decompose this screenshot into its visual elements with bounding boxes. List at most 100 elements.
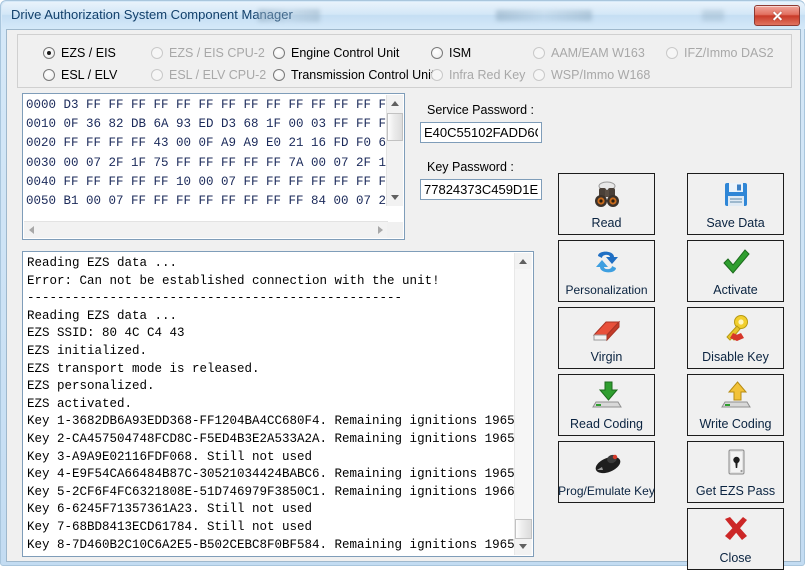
log-line: Error: Can not be established connection… [27,273,440,288]
hex-scroll-right-arrow[interactable] [372,222,388,238]
log-line: ----------------------------------------… [27,291,403,306]
button-label: Personalization [565,283,648,297]
button-label: Write Coding [699,417,772,431]
service-password-input[interactable] [420,122,542,143]
log-line: Key 5-2CF6F4FC6321808E-51D746979F3850C1.… [27,484,515,499]
button-label: Read [591,216,622,230]
get-ezs-pass-button[interactable]: Get EZS Pass [687,441,784,503]
button-label: Disable Key [702,350,769,364]
radio-label: EZS / EIS CPU-2 [169,46,265,60]
hex-dump-content: 0000 D3 FF FF FF FF FF FF FF FF FF FF FF… [26,96,386,218]
log-vertical-scrollbar[interactable] [514,253,532,555]
radio-label: Engine Control Unit [291,46,400,60]
read-button[interactable]: Read [558,173,655,235]
log-scroll-down-arrow[interactable] [515,539,531,555]
radio-dot-icon [43,47,55,59]
radio-dot-icon [273,47,285,59]
save-data-button[interactable]: Save Data [687,173,784,235]
download-disk-icon [590,380,624,412]
prog-emulate-key-button[interactable]: Prog/Emulate Key [558,441,655,503]
car-key-fob-icon [590,447,624,479]
read-coding-button[interactable]: Read Coding [558,374,655,436]
radio-aam-eam-w163: AAM/EAM W163 [533,46,645,60]
log-scroll-thumb[interactable] [515,519,532,539]
hex-dump-panel[interactable]: 0000 D3 FF FF FF FF FF FF FF FF FF FF FF… [22,93,405,240]
hex-scroll-up-arrow[interactable] [387,95,403,111]
radio-label: ESL / ELV CPU-2 [169,68,267,82]
radio-transmission-control-unit[interactable]: Transmission Control Unit [273,68,434,82]
eraser-icon [590,313,624,345]
log-line: Key 7-68BD8413ECD61784. Still not used [27,519,313,534]
close-button[interactable]: Close [687,508,784,570]
radio-dot-icon [43,69,55,81]
virgin-button[interactable]: Virgin [558,307,655,369]
button-label: Virgin [590,350,623,364]
button-label: Prog/Emulate Key [558,484,655,498]
radio-engine-control-unit[interactable]: Engine Control Unit [273,46,399,60]
radio-dot-icon [273,69,285,81]
log-output-panel[interactable]: Reading EZS data ... Error: Can not be es… [22,251,534,557]
hex-scroll-thumb[interactable] [387,113,403,141]
application-window: Drive Authorization System Component Man… [0,0,805,570]
log-output-content: Reading EZS data ... Error: Can not be es… [27,255,515,553]
radio-dot-icon [151,69,163,81]
radio-esl-elv-cpu-2: ESL / ELV CPU-2 [151,68,266,82]
radio-dot-icon [666,47,678,59]
hex-dump-line: 0020 FF FF FF FF 43 00 0F A9 A9 E0 21 16… [26,136,386,151]
radio-label: WSP/Immo W168 [551,68,651,82]
hex-dump-line: 0030 00 07 2F 1F 75 FF FF FF FF FF 7A 00… [26,155,386,170]
radio-label: IFZ/Immo DAS2 [684,46,774,60]
radio-ezs-eis[interactable]: EZS / EIS [43,46,116,60]
hex-vertical-scrollbar[interactable] [386,95,403,206]
write-coding-button[interactable]: Write Coding [687,374,784,436]
radio-label: Transmission Control Unit [291,68,435,82]
button-label: Save Data [706,216,765,230]
key-password-input[interactable] [420,179,542,200]
check-mark-icon [719,246,753,278]
hex-horizontal-scrollbar[interactable] [24,221,388,238]
radio-label: Infra Red Key [449,68,526,82]
radio-esl-elv[interactable]: ESL / ELV [43,68,117,82]
hex-dump-line: 0040 FF FF FF FF FF 10 00 07 FF FF FF FF… [26,174,386,189]
log-line: Key 6-6245F71357361A23. Still not used [27,502,313,517]
log-line: Key 4-E9F54CA66484B87C-30521034424BABC6.… [27,467,515,482]
button-label: Get EZS Pass [695,484,776,498]
radio-dot-icon [533,47,545,59]
hex-scroll-left-arrow[interactable] [24,222,40,238]
service-password-label: Service Password : [427,103,534,117]
floppy-disk-icon [719,179,753,211]
radio-infra-red-key: Infra Red Key [431,68,525,82]
client-area: EZS / EIS ESL / ELV EZS / EIS CPU-2 ESL / E… [6,29,801,570]
radio-label: ESL / ELV [61,68,118,82]
window-title: Drive Authorization System Component Man… [11,7,293,22]
radio-wsp-immo-w168: WSP/Immo W168 [533,68,650,82]
disable-key-button[interactable]: Disable Key [687,307,784,369]
radio-ism[interactable]: ISM [431,46,471,60]
hex-scroll-down-arrow[interactable] [387,190,403,206]
activate-button[interactable]: Activate [687,240,784,302]
log-line: Key 2-CA457504748FCD8C-F5ED4B3E2A533A2A.… [27,431,515,446]
log-line: Key 1-3682DB6A93EDD368-FF1204BA4CC680F4.… [27,414,515,429]
hex-dump-line: 0010 0F 36 82 DB 6A 93 ED D3 68 1F 00 03… [26,117,386,132]
log-line: EZS SSID: 80 4C C4 43 [27,326,185,341]
log-scroll-up-arrow[interactable] [515,253,531,269]
upload-disk-icon [719,380,753,412]
button-label: Activate [713,283,758,297]
personalization-button[interactable]: Personalization [558,240,655,302]
radio-label: ISM [449,46,472,60]
key-password-label: Key Password : [427,160,514,174]
binoculars-icon [590,179,624,211]
red-x-icon [719,514,753,546]
log-line: Key 8-7D460B2C10C6A2E5-B502CEBC8F0BF584.… [27,537,515,552]
radio-ezs-eis-cpu-2: EZS / EIS CPU-2 [151,46,265,60]
radio-label: EZS / EIS [61,46,116,60]
log-line: EZS personalized. [27,379,155,394]
hex-scroll-corner [387,222,403,238]
unit-selection-group: EZS / EIS ESL / ELV EZS / EIS CPU-2 ESL / E… [17,34,792,88]
radio-dot-icon [151,47,163,59]
radio-dot-icon [533,69,545,81]
radio-dot-icon [431,69,443,81]
button-label: Read Coding [570,417,643,431]
window-close-button[interactable] [754,5,800,26]
lock-plate-icon [719,447,753,479]
